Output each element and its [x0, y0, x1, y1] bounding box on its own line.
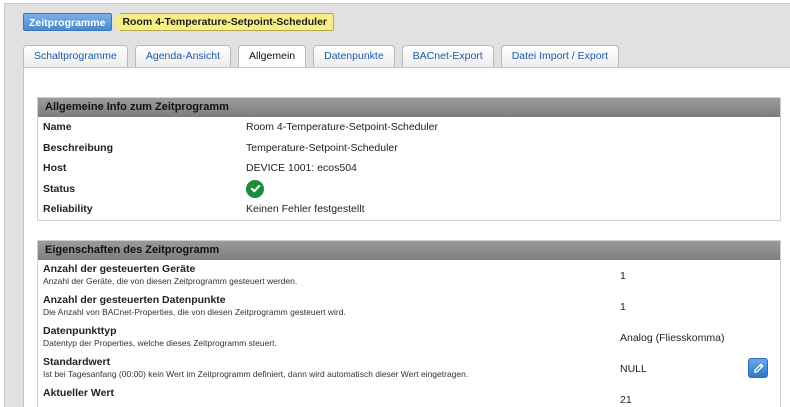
property-label: Standardwert [43, 356, 111, 368]
info-label: Reliability [43, 203, 93, 215]
property-value: Analog (Fliesskomma) [620, 332, 725, 344]
property-label: Aktueller Wert [43, 387, 114, 399]
property-label: Datenpunkttyp [43, 325, 117, 337]
property-value: 21 [620, 394, 632, 406]
info-label: Host [43, 162, 67, 174]
property-row-datapoint-count: Anzahl der gesteuerten Datenpunkte Die A… [38, 291, 780, 322]
info-row-reliability: Reliability Keinen Fehler festgestellt [38, 199, 780, 220]
info-value: DEVICE 1001: ecos504 [246, 162, 357, 174]
info-label: Beschreibung [43, 141, 114, 154]
tab-schaltprogramme[interactable]: Schaltprogramme [23, 45, 128, 68]
breadcrumb-root[interactable]: Zeitprogramme [23, 13, 113, 31]
property-label: Anzahl der gesteuerten Datenpunkte [43, 294, 226, 306]
general-info-title: Allgemeine Info zum Zeitprogramm [38, 98, 780, 117]
info-row-name: Name Room 4-Temperature-Setpoint-Schedul… [38, 117, 780, 138]
info-row-status: Status [38, 179, 780, 200]
tab-datenpunkte[interactable]: Datenpunkte [313, 45, 395, 68]
property-description: Anzahl der Geräte, die von diesen Zeitpr… [43, 276, 298, 286]
info-row-host: Host DEVICE 1001: ecos504 [38, 158, 780, 179]
property-value: 1 [620, 270, 626, 282]
property-value: NULL [620, 363, 647, 375]
info-label: Status [43, 182, 76, 195]
tab-content-panel: Allgemeine Info zum Zeitprogramm Name Ro… [23, 67, 790, 407]
edit-default-value-button[interactable] [748, 358, 768, 378]
info-label: Name [43, 121, 72, 133]
properties-title: Eigenschaften des Zeitprogramm [38, 241, 780, 260]
property-description: Datentyp der Properties, welche dieses Z… [43, 338, 277, 348]
property-row-datapoint-type: Datenpunkttyp Datentyp der Properties, w… [38, 322, 780, 353]
breadcrumb: Zeitprogramme Room 4-Temperature-Setpoin… [23, 13, 335, 31]
info-value: Keinen Fehler festgestellt [246, 203, 365, 215]
general-info-section: Allgemeine Info zum Zeitprogramm Name Ro… [37, 97, 781, 221]
info-row-description: Beschreibung Temperature-Setpoint-Schedu… [38, 138, 780, 159]
tab-agenda-ansicht[interactable]: Agenda-Ansicht [134, 45, 232, 68]
breadcrumb-current: Room 4-Temperature-Setpoint-Scheduler [120, 13, 335, 31]
tab-bacnet-export[interactable]: BACnet-Export [401, 45, 494, 68]
property-value: 1 [620, 301, 626, 313]
property-label: Anzahl der gesteuerten Geräte [43, 263, 196, 275]
pencil-icon [753, 363, 763, 373]
property-row-default-value: Standardwert Ist bei Tagesanfang (00:00)… [38, 353, 780, 384]
property-row-current-value: Aktueller Wert 21 [38, 384, 780, 407]
property-row-device-count: Anzahl der gesteuerten Geräte Anzahl der… [38, 260, 780, 291]
check-circle-icon [246, 179, 264, 198]
breadcrumb-separator-icon [113, 13, 121, 31]
property-description: Die Anzahl von BACnet-Properties, die vo… [43, 307, 346, 317]
info-value: Temperature-Setpoint-Scheduler [246, 141, 398, 154]
properties-section: Eigenschaften des Zeitprogramm Anzahl de… [37, 240, 781, 407]
tab-datei-import-export[interactable]: Datei Import / Export [500, 45, 619, 68]
info-value: Room 4-Temperature-Setpoint-Scheduler [246, 121, 439, 133]
tab-bar: Schaltprogramme Agenda-Ansicht Allgemein… [23, 45, 619, 70]
property-description: Ist bei Tagesanfang (00:00) kein Wert im… [43, 369, 469, 379]
